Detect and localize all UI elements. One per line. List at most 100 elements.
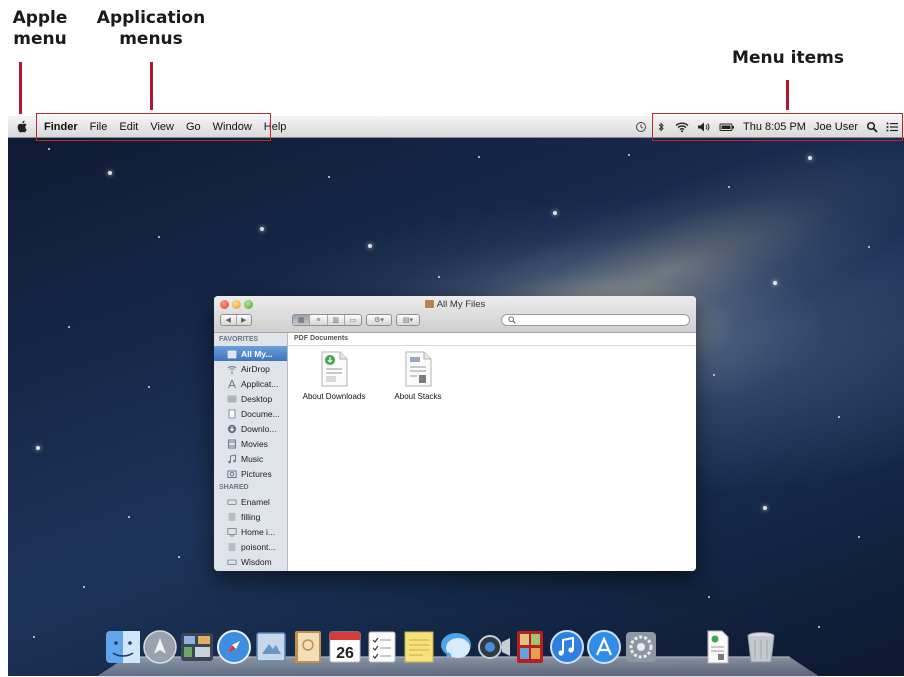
star	[708, 596, 710, 598]
arrange-icon[interactable]: ▤▾	[397, 315, 419, 325]
star	[713, 374, 715, 376]
sidebar-item-home[interactable]: Home i...	[214, 524, 287, 539]
sidebar-item-music[interactable]: Music	[214, 451, 287, 466]
back-button[interactable]: ◀	[221, 315, 237, 325]
arrange-menu-button[interactable]: ▤▾	[396, 314, 420, 326]
star	[478, 156, 480, 158]
application-menus-callout-text: Application menus	[96, 8, 206, 49]
column-view-button[interactable]: ▥	[328, 315, 345, 325]
facetime-icon[interactable]	[474, 628, 512, 666]
trash-icon[interactable]	[742, 628, 780, 666]
applications-icon	[228, 379, 236, 388]
finder-content[interactable]: PDF Documents About Downloads About Stac…	[288, 333, 696, 571]
apple-menu-callout-text: Apple menu	[12, 8, 68, 49]
star	[33, 636, 35, 638]
apple-menu-icon[interactable]	[16, 120, 28, 133]
messages-icon[interactable]	[437, 628, 475, 666]
sidebar-item-wisdom[interactable]: Wisdom	[214, 554, 287, 569]
sidebar-item-all-my-files[interactable]: All My...	[214, 346, 287, 361]
sidebar-label: Wisdom	[241, 556, 272, 567]
star	[838, 416, 840, 418]
apple-menu-pointer	[19, 62, 22, 114]
star	[148, 386, 150, 388]
file-about-stacks[interactable]: About Stacks	[378, 350, 458, 401]
gear-icon[interactable]: ⚙▾	[367, 315, 391, 325]
sidebar-item-desktop[interactable]: Desktop	[214, 391, 287, 406]
list-view-button[interactable]: ≡	[310, 315, 328, 325]
window-title-text: All My Files	[436, 299, 486, 310]
finder-icon[interactable]	[104, 628, 142, 666]
sidebar-label: Docume...	[241, 408, 280, 419]
system-preferences-icon[interactable]	[622, 628, 660, 666]
launchpad-icon[interactable]	[141, 628, 179, 666]
file-about-downloads[interactable]: About Downloads	[294, 350, 374, 401]
star	[628, 154, 630, 156]
star	[868, 246, 870, 248]
sidebar-item-documents[interactable]: Docume...	[214, 406, 287, 421]
menu-items-callout-text: Menu items	[732, 48, 844, 68]
file-name: About Downloads	[302, 392, 366, 401]
pdf-document-icon	[321, 351, 348, 387]
network-computer-icon	[228, 542, 236, 551]
sidebar-item-poisont[interactable]: poisont...	[214, 539, 287, 554]
menu-items-pointer	[786, 80, 789, 110]
reminders-icon[interactable]	[363, 628, 401, 666]
star	[858, 536, 860, 538]
notes-icon[interactable]	[400, 628, 438, 666]
mail-icon[interactable]	[252, 628, 290, 666]
star	[36, 446, 40, 450]
mission-control-icon[interactable]	[178, 628, 216, 666]
star	[83, 586, 85, 588]
photo-booth-icon[interactable]	[511, 628, 549, 666]
downloads-icon	[227, 424, 237, 433]
sidebar-item-airdrop[interactable]: AirDrop	[214, 361, 287, 376]
finder-sidebar: FAVORITES All My... AirDrop Applicat... …	[214, 333, 288, 571]
sidebar-item-movies[interactable]: Movies	[214, 436, 287, 451]
application-menus-callout: Application menus	[84, 8, 218, 50]
sidebar-label: Desktop	[241, 393, 273, 404]
icon-view-button[interactable]: ▦	[293, 315, 311, 325]
app-store-icon[interactable]	[585, 628, 623, 666]
action-menu-button[interactable]: ⚙▾	[366, 314, 392, 326]
sidebar-item-applications[interactable]: Applicat...	[214, 376, 287, 391]
itunes-icon[interactable]	[548, 628, 586, 666]
airdrop-icon	[227, 365, 237, 374]
sidebar-label: poisont...	[241, 541, 276, 552]
star	[108, 171, 112, 175]
section-header: PDF Documents	[288, 333, 696, 346]
calendar-icon[interactable]: 26	[326, 628, 364, 666]
cover-flow-button[interactable]: ▭	[345, 315, 361, 325]
pictures-icon	[227, 470, 237, 478]
sidebar-label: Downlo...	[241, 423, 277, 434]
safari-icon[interactable]	[215, 628, 253, 666]
apple-menu-callout: Apple menu	[0, 8, 80, 50]
time-machine-icon[interactable]	[635, 121, 647, 133]
menu-items-highlight	[652, 113, 903, 141]
finder-window[interactable]: All My Files ◀ ▶ ▦ ≡ ▥ ▭ ⚙▾ ▤▾ FAVORITES…	[214, 296, 696, 571]
star	[328, 176, 330, 178]
star	[818, 626, 820, 628]
star	[553, 211, 557, 215]
calendar-day-label: 26	[336, 645, 354, 662]
network-display-icon	[227, 527, 237, 536]
sidebar-label: All My...	[241, 348, 273, 359]
movies-icon	[228, 439, 236, 448]
star	[68, 326, 70, 328]
sidebar-item-enamel[interactable]: Enamel	[214, 494, 287, 509]
sidebar-item-filling[interactable]: filling	[214, 509, 287, 524]
view-mode-buttons[interactable]: ▦ ≡ ▥ ▭	[292, 314, 362, 326]
sidebar-item-pictures[interactable]: Pictures	[214, 466, 287, 481]
forward-button[interactable]: ▶	[237, 315, 252, 325]
back-forward-buttons[interactable]: ◀ ▶	[220, 314, 252, 326]
sidebar-item-downloads[interactable]: Downlo...	[214, 421, 287, 436]
star	[178, 556, 180, 558]
application-menus-highlight	[36, 113, 271, 141]
sidebar-label: Applicat...	[241, 378, 279, 389]
contacts-icon[interactable]	[289, 628, 327, 666]
sidebar-label: Music	[241, 453, 264, 464]
document-stack-icon[interactable]	[699, 628, 737, 666]
search-field[interactable]	[501, 314, 690, 326]
music-icon	[228, 453, 236, 463]
star	[728, 186, 730, 188]
finder-titlebar[interactable]: All My Files ◀ ▶ ▦ ≡ ▥ ▭ ⚙▾ ▤▾	[214, 296, 696, 333]
